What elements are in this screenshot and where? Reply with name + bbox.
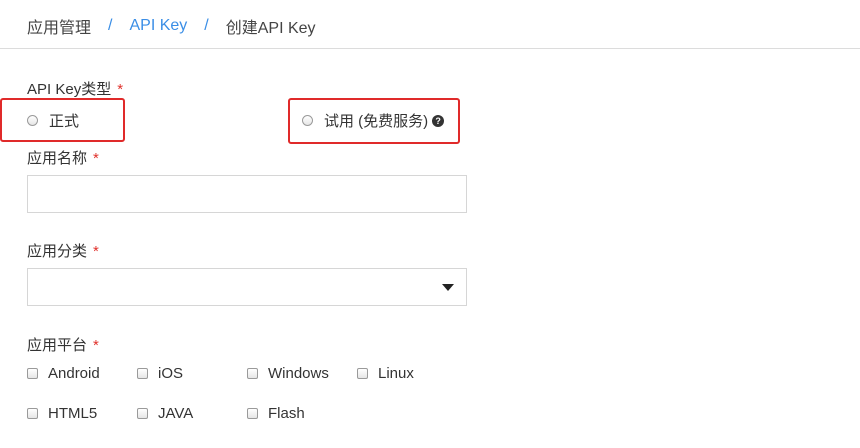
checkbox-box[interactable] bbox=[27, 408, 38, 419]
checkbox-box[interactable] bbox=[27, 368, 38, 379]
header-divider bbox=[0, 48, 860, 49]
checkbox-label-flash: Flash bbox=[268, 405, 305, 422]
checkbox-label-ios: iOS bbox=[158, 365, 184, 382]
radio-option-trial[interactable]: 试用 (免费服务) ? bbox=[302, 110, 445, 131]
checkbox-html5[interactable]: HTML5 bbox=[27, 405, 97, 422]
api-key-type-label-text: API Key类型 bbox=[27, 81, 112, 98]
checkbox-flash[interactable]: Flash bbox=[247, 405, 305, 422]
required-mark: * bbox=[117, 81, 124, 98]
required-mark: * bbox=[93, 150, 99, 167]
checkbox-ios[interactable]: iOS bbox=[137, 365, 183, 382]
checkbox-box[interactable] bbox=[247, 408, 258, 419]
api-key-type-label: API Key类型 * bbox=[27, 78, 123, 99]
checkbox-label-java: JAVA bbox=[158, 405, 194, 422]
checkbox-label-windows: Windows bbox=[268, 365, 329, 382]
app-category-label-text: 应用分类 bbox=[27, 243, 88, 260]
checkbox-box[interactable] bbox=[137, 408, 148, 419]
caret-down-icon[interactable] bbox=[442, 284, 454, 291]
radio-option-formal[interactable]: 正式 bbox=[27, 110, 79, 131]
checkbox-box[interactable] bbox=[137, 368, 148, 379]
breadcrumb: 应用管理 / API Key / 创建API Key bbox=[27, 14, 316, 38]
checkbox-label-html5: HTML5 bbox=[48, 405, 98, 422]
checkbox-label-android: Android bbox=[48, 365, 100, 382]
breadcrumb-separator: / bbox=[204, 17, 209, 34]
checkbox-windows[interactable]: Windows bbox=[247, 365, 329, 382]
checkbox-box[interactable] bbox=[247, 368, 258, 379]
required-mark: * bbox=[93, 337, 99, 354]
app-category-label: 应用分类 * bbox=[27, 240, 99, 261]
breadcrumb-separator: / bbox=[108, 17, 113, 34]
checkbox-java[interactable]: JAVA bbox=[137, 405, 193, 422]
checkbox-android[interactable]: Android bbox=[27, 365, 100, 382]
breadcrumb-item-api-key[interactable]: API Key bbox=[129, 17, 187, 35]
question-circle-icon[interactable]: ? bbox=[432, 114, 445, 127]
app-name-label: 应用名称 * bbox=[27, 147, 99, 168]
app-name-label-text: 应用名称 bbox=[27, 150, 88, 167]
required-mark: * bbox=[93, 243, 99, 260]
breadcrumb-item-create-api-key: 创建API Key bbox=[225, 20, 316, 37]
app-platform-label: 应用平台 * bbox=[27, 334, 99, 355]
app-platform-label-text: 应用平台 bbox=[27, 337, 88, 354]
app-category-select[interactable] bbox=[27, 268, 467, 306]
radio-button[interactable] bbox=[27, 115, 38, 126]
checkbox-linux[interactable]: Linux bbox=[357, 365, 414, 382]
checkbox-box[interactable] bbox=[357, 368, 368, 379]
app-name-input[interactable] bbox=[27, 175, 467, 213]
checkbox-label-linux: Linux bbox=[378, 365, 414, 382]
breadcrumb-item-app-management[interactable]: 应用管理 bbox=[27, 14, 91, 38]
radio-label-formal: 正式 bbox=[49, 113, 80, 130]
radio-button[interactable] bbox=[302, 115, 313, 126]
radio-label-trial: 试用 (免费服务) bbox=[324, 113, 429, 130]
